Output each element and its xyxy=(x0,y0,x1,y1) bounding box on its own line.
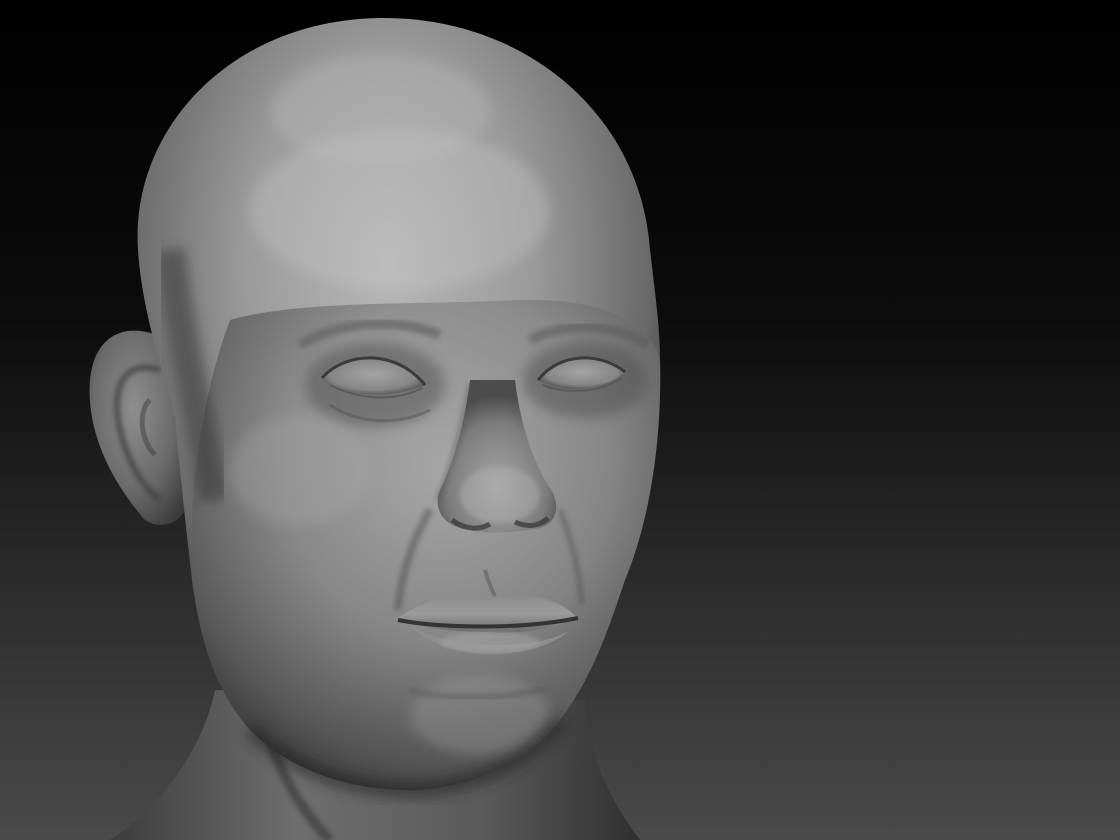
sculpt-render xyxy=(0,0,1120,840)
render-viewport xyxy=(0,0,1120,840)
